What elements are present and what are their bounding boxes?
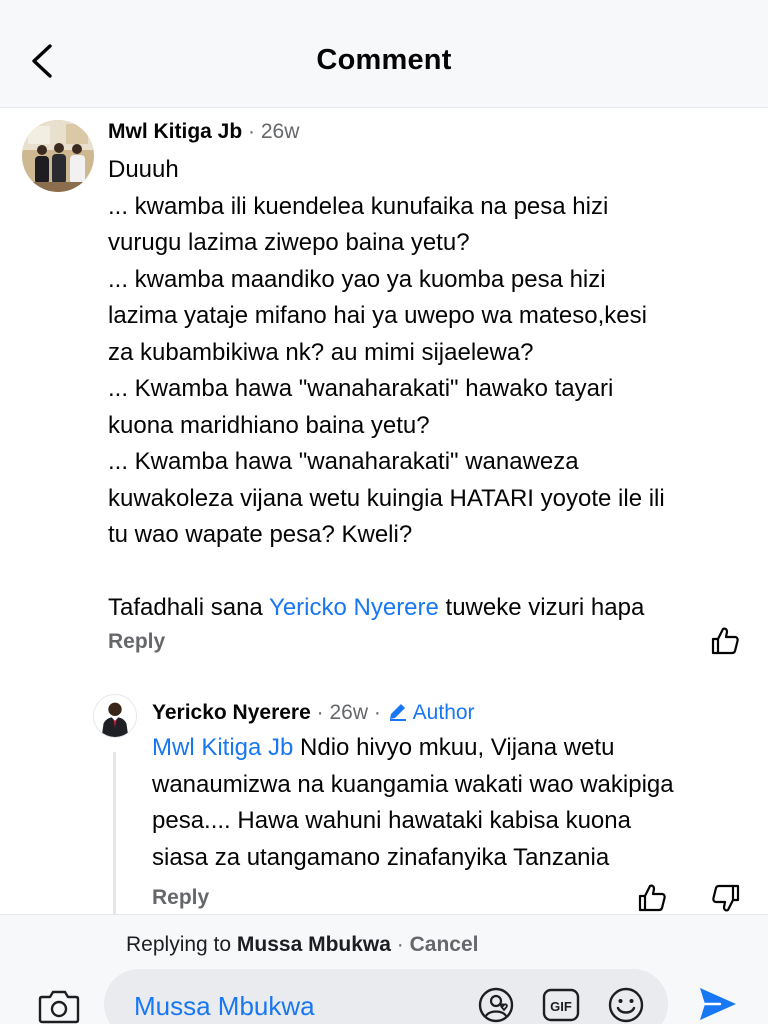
comment-time: 26w — [260, 120, 300, 143]
comment-line: kuona maridhiano baina yetu? — [108, 411, 430, 439]
comment-input[interactable]: Mussa Mbukwa — [104, 969, 668, 1024]
replying-to-bar: Replying to Mussa Mbukwa · Cancel — [126, 933, 479, 957]
reply-line: Mwl Kitiga Jb Ndio hivyo mkuu, Vijana we… — [152, 730, 752, 767]
avatar-sticker-icon[interactable] — [476, 985, 516, 1024]
comment-line: lazima yataje mifano hai ya uwepo wa mat… — [108, 302, 647, 329]
camera-icon[interactable] — [38, 987, 80, 1024]
reply-button[interactable]: Reply — [152, 886, 209, 910]
comment-header: Mwl Kitiga Jb · 26w — [108, 120, 299, 144]
comment-author-name[interactable]: Mwl Kitiga Jb — [108, 120, 242, 143]
author-badge: Author — [387, 701, 475, 724]
reply-author-name[interactable]: Yericko Nyerere — [152, 701, 311, 724]
author-badge-label: Author — [412, 701, 475, 724]
reply-meta-sep: · — [368, 701, 387, 724]
emoji-icon[interactable] — [606, 985, 646, 1024]
comment-line: ... Kwamba hawa "wanaharakati" hawako ta… — [108, 375, 614, 402]
comment-line: vurugu lazima ziwepo baina yetu? — [108, 229, 470, 256]
comment-line: ... kwamba maandiko yao ya kuomba pesa h… — [108, 265, 606, 293]
comment-meta: · 26w — [248, 120, 300, 143]
reply-body: Mwl Kitiga Jb Ndio hivyo mkuu, Vijana we… — [152, 730, 752, 876]
like-icon[interactable] — [709, 625, 741, 657]
comment-closing-line: Tafadhali sana Yericko Nyerere tuweke vi… — [108, 590, 758, 627]
replying-name: Mussa Mbukwa — [236, 933, 391, 956]
send-icon[interactable] — [696, 982, 740, 1024]
comment-line: kuwakoleza vijana wetu kuingia HATARI yo… — [108, 484, 665, 512]
comment-line: za kubambikiwa nk? au mimi sijaelewa? — [108, 338, 534, 366]
header-bar: Comment — [0, 0, 768, 108]
svg-text:GIF: GIF — [550, 999, 572, 1014]
reply-button[interactable]: Reply — [108, 630, 165, 654]
comment-input-value[interactable]: Mussa Mbukwa — [134, 991, 315, 1022]
comment-body: Duuuh ... kwamba ili kuendelea kunufaika… — [108, 152, 758, 627]
comment-composer: Replying to Mussa Mbukwa · Cancel Mussa … — [0, 914, 768, 1024]
reply-header: Yericko Nyerere · 26w · Author — [152, 700, 475, 725]
replying-separator: · — [390, 933, 410, 956]
reply-meta-sep: · — [316, 701, 330, 724]
reply-time: 26w — [329, 701, 368, 724]
avatar[interactable] — [93, 694, 137, 738]
replying-prefix: Replying to — [126, 933, 237, 956]
closing-suffix: tuweke vizuri hapa — [438, 594, 645, 621]
mention-link[interactable]: Mwl Kitiga Jb — [152, 734, 293, 761]
mention-link[interactable]: Yericko Nyerere — [269, 594, 439, 621]
reply-line: siasa za utangamano zinafanyika Tanzania — [152, 843, 610, 871]
reply-line: wanaumizwa na kuangamia wakati wao wakip… — [152, 770, 674, 798]
closing-prefix: Tafadhali sana — [108, 594, 270, 621]
comment-line: Duuuh — [108, 156, 179, 183]
cancel-button[interactable]: Cancel — [410, 933, 479, 956]
avatar[interactable] — [22, 120, 94, 192]
reply-line: pesa.... Hawa wahuni hawataki kabisa kuo… — [152, 807, 631, 834]
comment-line: ... kwamba ili kuendelea kunufaika na pe… — [108, 192, 609, 220]
reply-line-rest: Ndio hivyo mkuu, Vijana wetu — [293, 734, 615, 761]
like-icon[interactable] — [636, 882, 668, 914]
comment-line-blank — [108, 554, 758, 591]
dislike-icon[interactable] — [710, 882, 742, 914]
comment-line: tu wao wapate pesa? Kweli? — [108, 521, 413, 548]
pencil-icon — [389, 704, 406, 721]
gif-icon[interactable]: GIF — [541, 985, 581, 1024]
page-title: Comment — [316, 44, 452, 76]
thread-line — [113, 752, 116, 917]
comment-line: ... Kwamba hawa "wanaharakati" wanaweza — [108, 448, 579, 475]
